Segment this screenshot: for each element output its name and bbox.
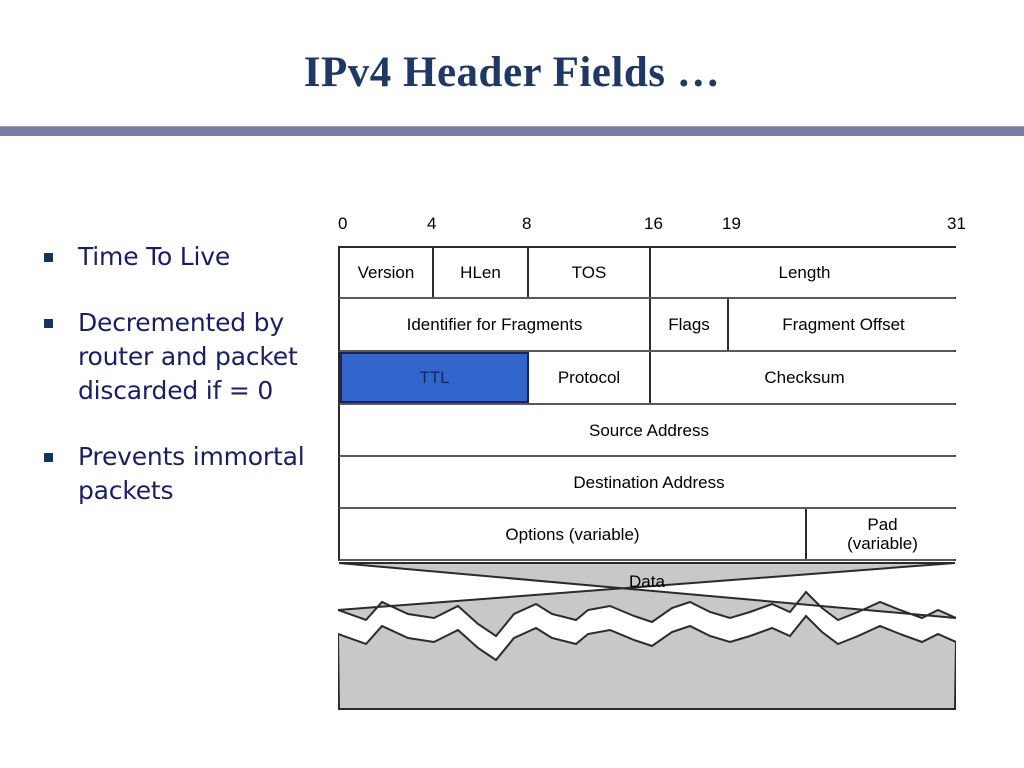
bullet-list: Time To Live Decremented by router and pa… bbox=[44, 240, 334, 540]
header-field-cell: Version bbox=[340, 248, 434, 297]
square-bullet-icon bbox=[44, 253, 53, 262]
header-field-cell: Protocol bbox=[529, 352, 651, 403]
row-word-0: Version HLen TOS Length bbox=[338, 246, 958, 299]
header-field-cell: Length bbox=[651, 248, 958, 297]
header-field-cell: HLen bbox=[434, 248, 529, 297]
list-item-label: Prevents immortal packets bbox=[78, 442, 305, 505]
row-word-4: Destination Address bbox=[338, 457, 958, 509]
row-word-3: Source Address bbox=[338, 405, 958, 457]
row-options: Options (variable) Pad (variable) bbox=[338, 509, 958, 561]
list-item: Decremented by router and packet discard… bbox=[44, 306, 334, 408]
list-item: Time To Live bbox=[44, 240, 334, 274]
header-field-cell: Identifier for Fragments bbox=[340, 299, 651, 350]
row-word-1: Identifier for Fragments Flags Fragment Of… bbox=[338, 299, 958, 352]
header-field-cell: Checksum bbox=[651, 352, 958, 403]
bit-ruler-tick: 8 bbox=[522, 214, 532, 233]
header-field-cell: Options (variable) bbox=[340, 509, 807, 559]
page-title: IPv4 Header Fields … bbox=[303, 49, 721, 96]
bit-ruler-tick: 16 bbox=[644, 214, 663, 233]
title-divider bbox=[0, 126, 1024, 136]
square-bullet-icon bbox=[44, 453, 53, 462]
ipv4-header-diagram: Version HLen TOS Length Identifier for Fragm… bbox=[338, 246, 958, 561]
list-item-label: Decremented by router and packet discard… bbox=[78, 308, 298, 405]
data-payload-block: Data bbox=[338, 562, 956, 710]
bit-ruler-tick: 0 bbox=[338, 214, 348, 233]
header-field-cell: Destination Address bbox=[340, 457, 958, 507]
bit-ruler-tick: 31 bbox=[947, 214, 966, 233]
list-item-label: Time To Live bbox=[78, 242, 231, 271]
row-word-2: TTL Protocol Checksum bbox=[338, 352, 958, 405]
bit-ruler-tick: 4 bbox=[427, 214, 437, 233]
header-field-cell: TOS bbox=[529, 248, 651, 297]
list-item: Prevents immortal packets bbox=[44, 440, 334, 508]
header-field-cell: TTL bbox=[340, 352, 529, 403]
bit-ruler: 0 4 8 16 19 31 bbox=[338, 214, 966, 236]
torn-data-shape bbox=[338, 562, 956, 710]
header-field-cell: Pad (variable) bbox=[807, 509, 958, 559]
header-field-cell: Flags bbox=[651, 299, 729, 350]
square-bullet-icon bbox=[44, 319, 53, 328]
bit-ruler-tick: 19 bbox=[722, 214, 741, 233]
header-field-cell: Source Address bbox=[340, 405, 958, 455]
header-field-cell: Fragment Offset bbox=[729, 299, 958, 350]
